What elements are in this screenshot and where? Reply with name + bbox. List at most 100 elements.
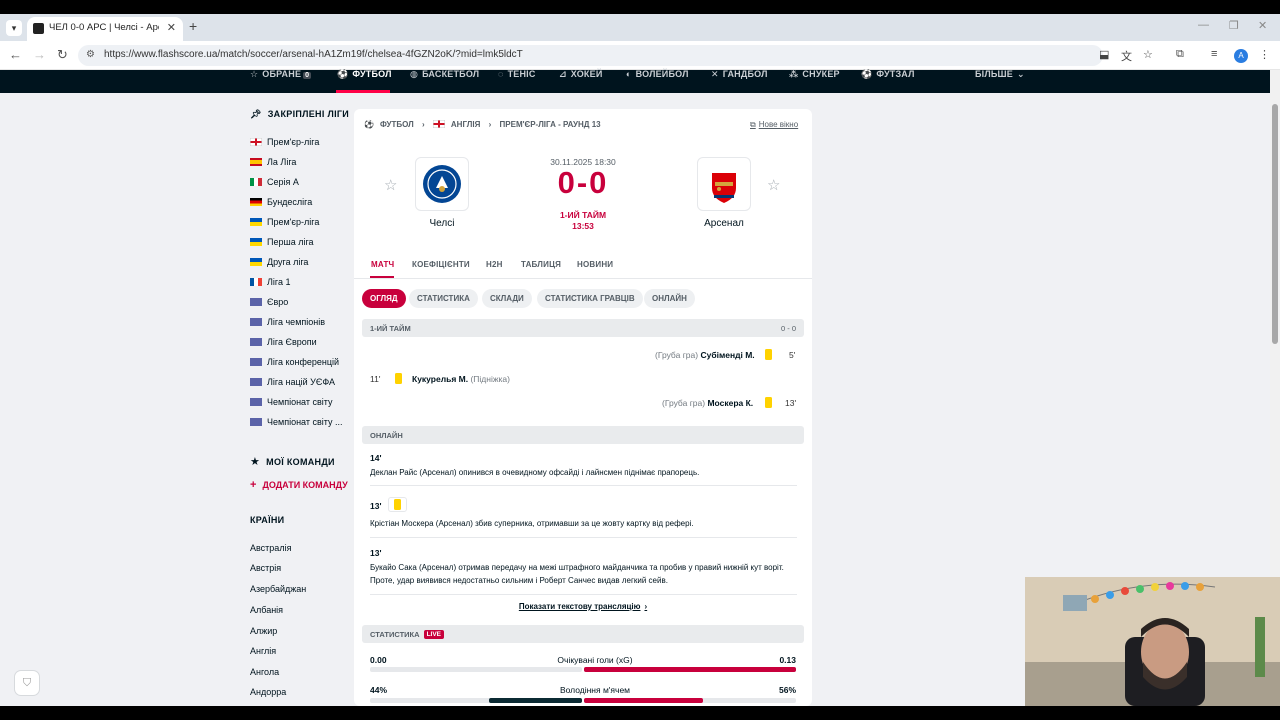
maximize-icon[interactable]: ❐ bbox=[1229, 19, 1239, 32]
sidebar-item-conference-league[interactable]: Ліга конференцій bbox=[250, 355, 339, 369]
tab-match[interactable]: МАТЧ bbox=[371, 260, 394, 269]
stat-away-bar bbox=[584, 698, 703, 703]
translate-icon[interactable]: 文 bbox=[1121, 48, 1132, 64]
country-item[interactable]: Австрія bbox=[250, 563, 281, 573]
germany-flag-icon bbox=[250, 198, 262, 206]
install-app-icon[interactable]: ⬓ bbox=[1099, 48, 1109, 61]
minimize-icon[interactable]: — bbox=[1198, 19, 1209, 31]
sidebar-item-champions-league[interactable]: Ліга чемпіонів bbox=[250, 315, 325, 329]
nav-handball[interactable]: ✕ ГАНДБОЛ bbox=[711, 69, 768, 80]
close-tab-icon[interactable]: ✕ bbox=[167, 21, 176, 34]
chevron-right-icon: › bbox=[644, 602, 648, 611]
away-team-logo[interactable] bbox=[697, 157, 751, 211]
event-away-2[interactable]: (Груба гра) Москера К. bbox=[662, 398, 753, 408]
volleyball-icon: ◐ bbox=[626, 69, 632, 79]
breadcrumb-country[interactable]: АНГЛІЯ bbox=[451, 120, 480, 129]
reading-list-icon[interactable]: ≡ bbox=[1211, 48, 1217, 60]
sidebar-item-euro[interactable]: Євро bbox=[250, 295, 288, 309]
sidebar-item-world-cup-2[interactable]: Чемпіонат світу ... bbox=[250, 415, 342, 429]
country-item[interactable]: Австралія bbox=[250, 543, 291, 553]
sidebar-item-serie-a[interactable]: Серія A bbox=[250, 175, 299, 189]
tab-news[interactable]: НОВИНИ bbox=[577, 260, 613, 269]
match-period: 1-ИЙ ТАЙМ bbox=[559, 210, 607, 220]
event-minute: 13' bbox=[785, 398, 797, 408]
back-icon[interactable]: ← bbox=[9, 47, 22, 62]
add-team-button[interactable]: + ДОДАТИ КОМАНДУ bbox=[250, 479, 348, 491]
nav-volleyball[interactable]: ◐ ВОЛЕЙБОЛ bbox=[626, 69, 689, 79]
nav-more[interactable]: БІЛЬШЕ ⌄ bbox=[975, 69, 1025, 80]
show-text-broadcast-link[interactable]: Показати текстову трансляцію › bbox=[354, 602, 812, 611]
subtab-overview[interactable]: ОГЛЯД bbox=[362, 289, 406, 308]
sidebar-item-first-league[interactable]: Перша ліга bbox=[250, 235, 314, 249]
stat-name[interactable]: Очікувані голи (xG) bbox=[470, 655, 720, 665]
tab-h2h[interactable]: H2H bbox=[486, 260, 503, 269]
commentary-text: Букайо Сака (Арсенал) отримав передачу н… bbox=[370, 563, 784, 585]
subtab-stats[interactable]: СТАТИСТИКА bbox=[409, 289, 478, 308]
event-away-1[interactable]: (Груба гра) Субіменді М. bbox=[655, 350, 755, 360]
nav-football[interactable]: ⚽ ФУТБОЛ bbox=[337, 69, 392, 80]
url-text[interactable]: https://www.flashscore.ua/match/soccer/a… bbox=[104, 49, 523, 60]
favorite-away-star-icon[interactable]: ☆ bbox=[767, 176, 780, 194]
breadcrumb-sport[interactable]: ФУТБОЛ bbox=[380, 120, 414, 129]
nav-futsal[interactable]: ⚽ ФУТЗАЛ bbox=[861, 69, 915, 80]
ukraine-flag-icon bbox=[250, 258, 262, 266]
sidebar-item-ukraine-premier-league[interactable]: Прем'єр-ліга bbox=[250, 215, 319, 229]
reload-icon[interactable]: ↻ bbox=[57, 47, 68, 63]
country-item[interactable]: Алжир bbox=[250, 626, 277, 636]
tab-odds[interactable]: КОЕФІЦІЄНТИ bbox=[412, 260, 470, 269]
bookmark-star-icon[interactable]: ☆ bbox=[1143, 48, 1153, 61]
new-tab-icon[interactable]: + bbox=[189, 18, 197, 34]
chevron-right-icon: › bbox=[488, 120, 492, 129]
online-title: ОНЛАЙН bbox=[370, 431, 403, 440]
forward-icon[interactable]: → bbox=[33, 47, 46, 62]
chevron-down-icon: ⌄ bbox=[1017, 69, 1025, 79]
sidebar-item-world-cup[interactable]: Чемпіонат світу bbox=[250, 395, 332, 409]
sidebar-item-la-liga[interactable]: Ла Ліга bbox=[250, 155, 296, 169]
country-item[interactable]: Англія bbox=[250, 646, 276, 656]
breadcrumb-league[interactable]: ПРЕМ'ЄР-ЛІГА - РАУНД 13 bbox=[500, 120, 601, 129]
close-window-icon[interactable]: ✕ bbox=[1258, 19, 1267, 32]
browser-tab[interactable]: ЧЕЛ 0-0 АРС | Челсі - Арсенал ✕ bbox=[27, 17, 183, 41]
event-home-1[interactable]: Кукурелья М. (Підніжка) bbox=[412, 374, 510, 384]
site-info-icon[interactable]: ⚙ bbox=[86, 49, 95, 60]
nav-snooker[interactable]: ⁂ СНУКЕР bbox=[789, 69, 840, 80]
sidebar-item-europa-league[interactable]: Ліга Європи bbox=[250, 335, 317, 349]
favorites-count-badge: 0 bbox=[303, 72, 312, 79]
country-item[interactable]: Азербайджан bbox=[250, 584, 306, 594]
stat-name[interactable]: Володіння м'ячем bbox=[470, 685, 720, 695]
scrollbar-thumb[interactable] bbox=[1272, 104, 1278, 344]
nav-hockey[interactable]: ⊿ ХОКЕЙ bbox=[559, 69, 603, 80]
subtab-player-stats[interactable]: СТАТИСТИКА ГРАВЦІВ bbox=[537, 289, 643, 308]
subtab-lineups[interactable]: СКЛАДИ bbox=[482, 289, 532, 308]
nav-basketball[interactable]: ◍ БАСКЕТБОЛ bbox=[410, 69, 479, 80]
sidebar-item-premier-league[interactable]: Прем'єр-ліга bbox=[250, 135, 319, 149]
extensions-icon[interactable]: ⧉ bbox=[1176, 48, 1184, 61]
profile-avatar[interactable]: A bbox=[1234, 49, 1248, 63]
nav-tennis[interactable]: ◌ ТЕНІС bbox=[498, 69, 536, 79]
url-omnibox[interactable]: ⚙ https://www.flashscore.ua/match/soccer… bbox=[78, 45, 1103, 66]
stat-home-value: 0.00 bbox=[370, 655, 387, 665]
commentary-divider bbox=[370, 594, 797, 595]
country-item[interactable]: Албанія bbox=[250, 605, 283, 615]
first-half-score: 0 - 0 bbox=[780, 324, 796, 333]
sidebar-item-second-league[interactable]: Друга ліга bbox=[250, 255, 308, 269]
sidebar-item-bundesliga[interactable]: Бундесліга bbox=[250, 195, 312, 209]
privacy-shield-icon[interactable]: ⛉ bbox=[14, 670, 40, 696]
home-team-name[interactable]: Челсі bbox=[392, 218, 492, 229]
nav-favorites[interactable]: ☆ ОБРАНЕ 0 bbox=[250, 69, 312, 80]
subtab-online[interactable]: ОНЛАЙН bbox=[644, 289, 695, 308]
new-window-link[interactable]: ⧉ Нове вікно bbox=[750, 120, 798, 130]
browser-menu-icon[interactable]: ⋮ bbox=[1259, 48, 1270, 61]
stat-away-bar-track bbox=[584, 667, 796, 672]
sidebar-item-nations-league[interactable]: Ліга націй УЄФА bbox=[250, 375, 335, 389]
home-team-logo[interactable] bbox=[415, 157, 469, 211]
country-item[interactable]: Ангола bbox=[250, 667, 279, 677]
live-badge: LIVE bbox=[423, 630, 445, 639]
away-team-name[interactable]: Арсенал bbox=[674, 218, 774, 229]
europe-flag-icon bbox=[250, 318, 262, 326]
country-item[interactable]: Андорра bbox=[250, 687, 286, 697]
sidebar-item-ligue-1[interactable]: Ліга 1 bbox=[250, 275, 291, 289]
tab-table[interactable]: ТАБЛИЦЯ bbox=[521, 260, 561, 269]
favorite-home-star-icon[interactable]: ☆ bbox=[384, 176, 397, 194]
tab-search-button[interactable]: ▾ bbox=[6, 20, 22, 36]
